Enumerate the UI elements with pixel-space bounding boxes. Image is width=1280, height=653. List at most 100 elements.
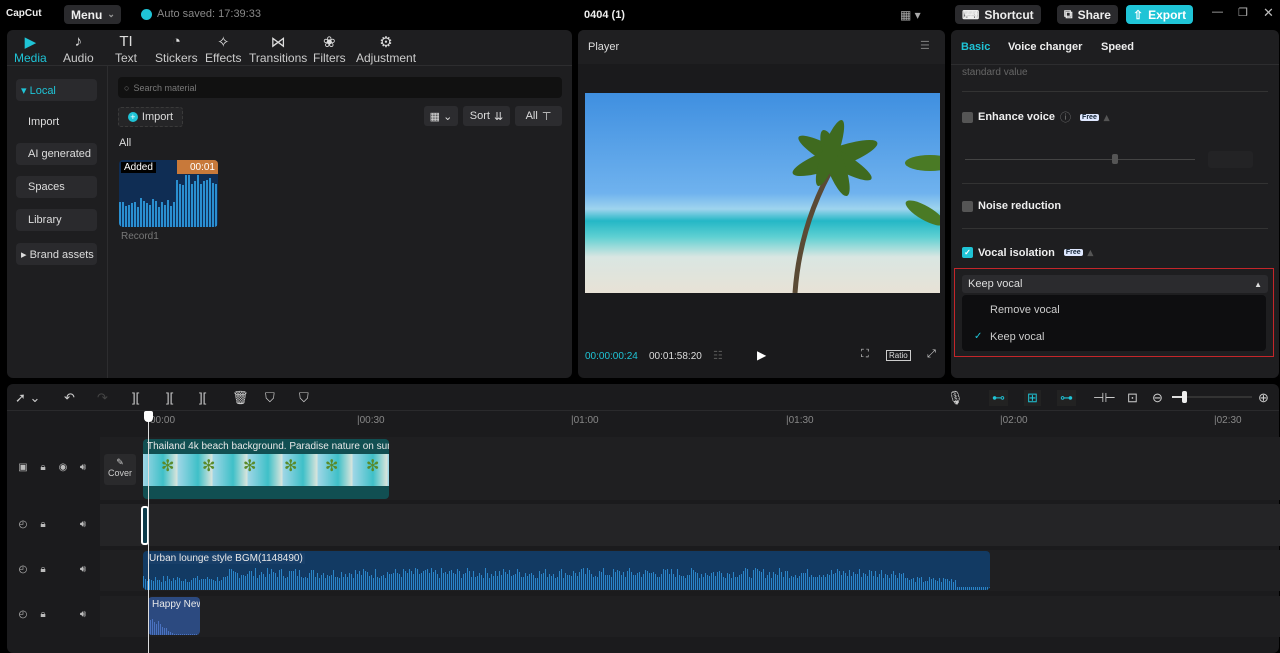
eye-icon[interactable]: ◉ [57, 462, 69, 473]
fullscreen-icon[interactable]: ⤢ [927, 348, 936, 361]
restore-icon[interactable]: ❐ [1238, 6, 1248, 19]
view-toggle-button[interactable]: ▦ ⌄ [424, 106, 458, 126]
lock-icon[interactable]: 🔒︎ [37, 609, 49, 620]
tab-effects[interactable]: ✧ Effects [205, 33, 241, 65]
zoom-out-icon[interactable]: ⊖ [1152, 390, 1163, 406]
redo-icon[interactable]: ↷ [97, 390, 108, 406]
sidebar-item-local[interactable]: ▾ Local [16, 79, 97, 101]
playhead-handle[interactable] [144, 411, 153, 422]
speaker-icon[interactable]: 🔊︎ [77, 519, 89, 530]
media-item-record1[interactable]: Added 00:01 [119, 160, 218, 227]
duration-label: 00:01 [189, 162, 215, 173]
bgm-clip[interactable]: Urban lounge style BGM(1148490) [143, 551, 990, 590]
tick-0100: |01:00 [571, 415, 599, 426]
speaker-icon[interactable]: 🔊︎ [77, 609, 89, 620]
palm-tree-image [792, 119, 940, 293]
import-button[interactable]: + Import [118, 107, 183, 127]
share-button[interactable]: ⧉ Share [1057, 5, 1118, 24]
player-menu-icon[interactable]: ☰ [920, 39, 930, 52]
lock-icon[interactable]: 🔒︎ [37, 519, 49, 530]
palm-thumbnail: ✻ [325, 458, 339, 475]
main-track-magnet-icon[interactable]: ⊷ [989, 390, 1008, 406]
tab-basic[interactable]: Basic [961, 41, 990, 53]
vocal-mode-dropdown[interactable]: Keep vocal ▲ [962, 275, 1268, 293]
tab-stickers[interactable]: ◔ Stickers [155, 33, 198, 65]
sidebar-item-ai-generated[interactable]: AI generated [16, 143, 97, 165]
slider-thumb[interactable] [1111, 154, 1118, 164]
check-icon: ✓ [974, 331, 983, 342]
marker-icon[interactable]: ⛉ [299, 390, 309, 406]
microphone-icon[interactable]: 🎙 [947, 390, 964, 406]
cover-button[interactable]: ✎ Cover [104, 454, 136, 485]
sfx-clip[interactable]: Happy New [148, 597, 200, 635]
tab-text[interactable]: TI Text [115, 33, 137, 65]
delete-icon[interactable]: 🗑 [232, 390, 249, 406]
speaker-icon[interactable]: 🔊︎ [77, 564, 89, 575]
auto-snap-icon[interactable]: ⊞ [1024, 390, 1041, 406]
marker-add-icon[interactable]: ⛉ [265, 390, 275, 406]
close-icon[interactable]: ✕ [1263, 5, 1274, 21]
search-input[interactable]: ○ Search material [118, 77, 562, 98]
zoom-in-icon[interactable]: ⊕ [1258, 390, 1269, 406]
help-icon: ⓘ [1060, 112, 1072, 124]
tab-audio[interactable]: ♪ Audio [63, 33, 94, 65]
palm-thumbnail: ✻ [366, 458, 380, 475]
tab-filters[interactable]: ❀ Filters [313, 33, 346, 65]
sort-button[interactable]: Sort ⇊ [463, 106, 510, 126]
upload-icon: ⇧ [1133, 7, 1144, 22]
export-button[interactable]: ⇧ Export [1126, 5, 1194, 24]
split-right-icon[interactable]: ][ [199, 390, 206, 405]
option-keep-vocal[interactable]: Keep vocal [990, 331, 1044, 343]
video-clip[interactable]: ✻ ✻ ✻ ✻ ✻ ✻ Thailand 4k beach background. Par… [143, 439, 389, 499]
enhance-voice-checkbox[interactable] [962, 111, 973, 123]
tab-voice-changer[interactable]: Voice changer [1008, 41, 1082, 53]
share-icon: ⧉ [1064, 7, 1073, 21]
lock-icon[interactable]: 🔒︎ [37, 564, 49, 575]
sidebar-item-spaces[interactable]: Spaces [16, 176, 97, 198]
enhance-slider[interactable] [965, 159, 1195, 160]
noise-reduction-checkbox[interactable] [962, 200, 973, 212]
tab-adjustment[interactable]: ⚙ Adjustment [356, 33, 416, 65]
minimize-icon[interactable]: — [1212, 6, 1223, 18]
option-remove-vocal[interactable]: Remove vocal [990, 304, 1060, 316]
preview-axis-icon[interactable]: ⊣⊢ [1093, 390, 1116, 406]
edit-icon: ✎ [116, 457, 124, 467]
vocal-isolation-checkbox[interactable]: ✓ [962, 247, 973, 258]
select-tool-icon[interactable]: ➚ ⌄ [15, 390, 40, 406]
zoom-fit-icon[interactable]: ⛶ [861, 348, 869, 361]
enhance-value-input[interactable] [1208, 151, 1253, 168]
menu-button[interactable]: Menu ⌄ [64, 5, 121, 24]
linkage-icon[interactable]: ⊶ [1057, 390, 1076, 406]
search-icon: ○ [124, 82, 130, 93]
sticker-icon: ◔ [171, 33, 181, 50]
autosave-status: Auto saved: 17:39:33 [141, 8, 261, 20]
speaker-icon[interactable]: 🔊︎ [77, 462, 89, 473]
tick-0030: |00:30 [357, 415, 385, 426]
layout-icon[interactable]: ▦ ▾ [900, 8, 921, 22]
tab-transitions[interactable]: ⋈ Transitions [249, 33, 307, 65]
shortcut-button[interactable]: ⌨ Shortcut [955, 5, 1041, 24]
timecode-grid-icon[interactable]: ☷ [713, 349, 723, 362]
lock-icon[interactable]: 🔒︎ [37, 462, 49, 473]
palm-thumbnail: ✻ [202, 458, 216, 475]
tab-speed[interactable]: Speed [1101, 41, 1134, 53]
menu-label: Menu [71, 7, 103, 22]
audio-track-1 [100, 504, 1280, 546]
ratio-button[interactable]: Ratio [886, 350, 911, 361]
sidebar-item-import[interactable]: Import [16, 111, 97, 133]
transitions-icon: ⋈ [270, 34, 286, 51]
sidebar-item-library[interactable]: Library [16, 209, 97, 231]
chevron-down-icon: ⌄ [107, 9, 115, 19]
tab-media[interactable]: ▶ Media [14, 33, 47, 65]
sidebar-item-brand-assets[interactable]: ▸ Brand assets [16, 243, 97, 265]
play-button[interactable]: ▶ [757, 348, 766, 362]
filter-button[interactable]: All ⊤ [515, 106, 562, 126]
undo-icon[interactable]: ↶ [64, 390, 75, 406]
zoom-slider[interactable] [1172, 391, 1252, 403]
split-icon[interactable]: ][ [132, 390, 139, 405]
adjustment-icon: ⚙ [379, 34, 393, 51]
fit-zoom-icon[interactable]: ⊡ [1127, 390, 1138, 406]
split-left-icon[interactable]: ][ [166, 390, 173, 405]
audio-track-controls: ◴ 🔒︎ 🔊︎ [13, 519, 99, 530]
playhead[interactable] [148, 411, 149, 653]
